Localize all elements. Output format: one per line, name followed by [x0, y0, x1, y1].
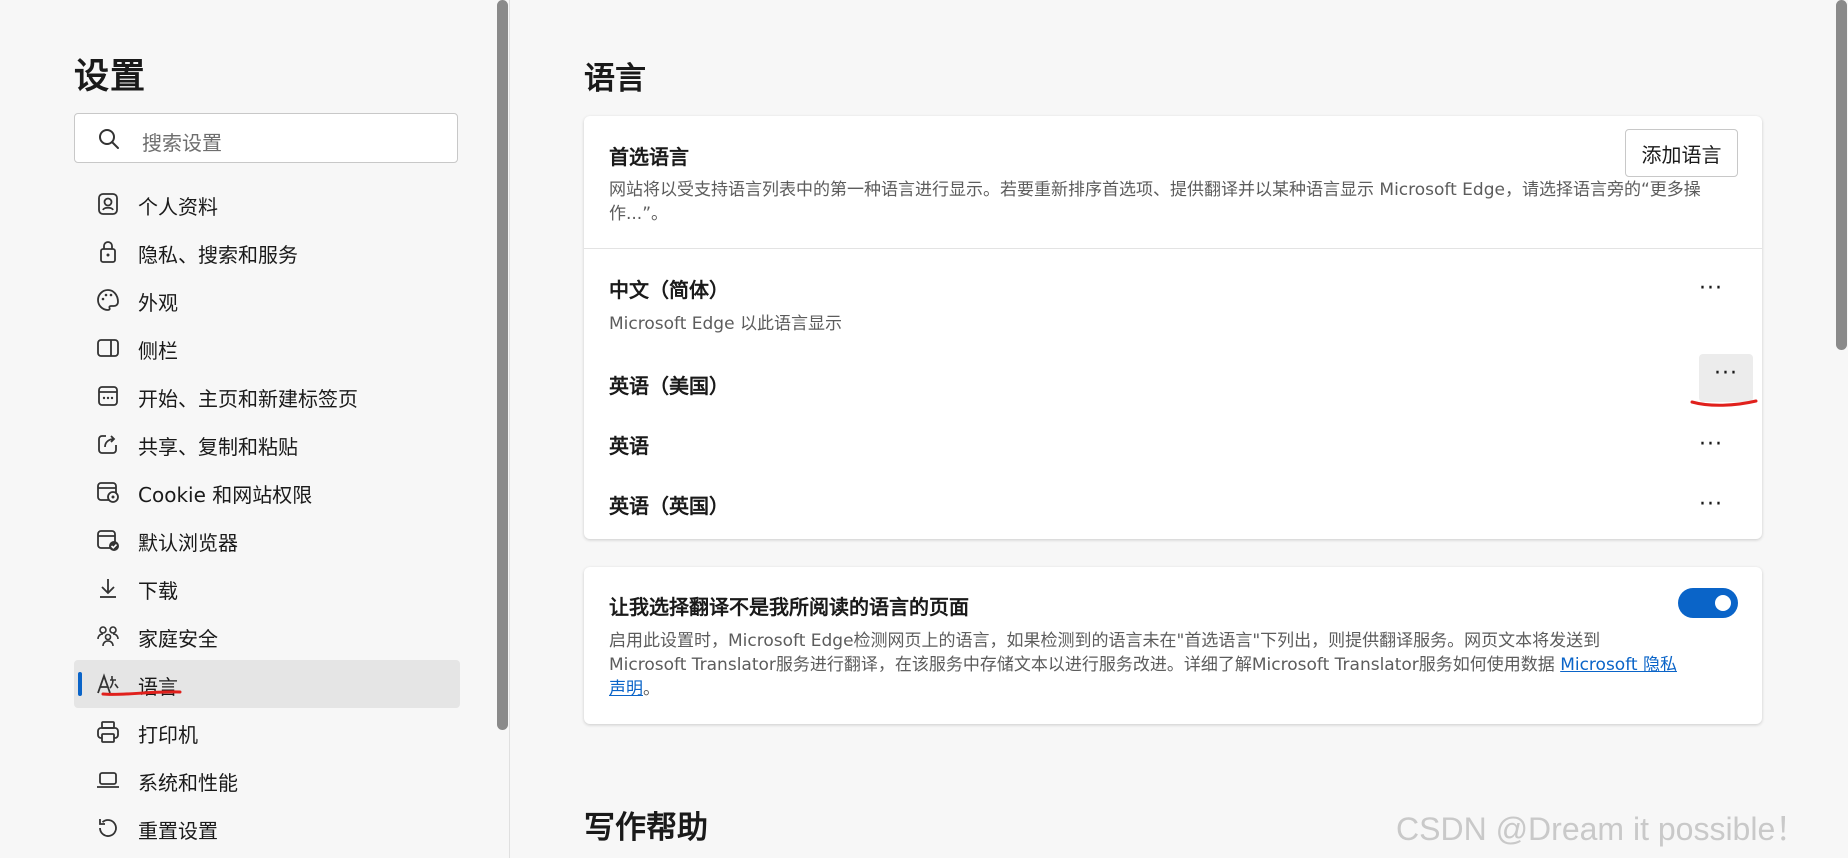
printer-icon: [97, 721, 119, 743]
settings-nav: 个人资料 隐私、搜索和服务 外观 侧栏 开始、主页和新建标签页 共享、复制和粘贴…: [74, 180, 460, 852]
language-name: 英语（美国）: [609, 374, 729, 398]
sidebar-item-label: 家庭安全: [138, 627, 218, 651]
toggle-knob: [1715, 595, 1731, 611]
family-icon: [97, 626, 119, 647]
preferred-languages-title: 首选语言: [609, 145, 689, 169]
sidebar-item-privacy[interactable]: 隐私、搜索和服务: [74, 228, 460, 276]
sidebar-item-family-safety[interactable]: 家庭安全: [74, 612, 460, 660]
sidebar-item-label: 侧栏: [138, 339, 178, 363]
sidebar-title: 设置: [74, 57, 147, 97]
sidebar-item-downloads[interactable]: 下载: [74, 564, 460, 612]
laptop-icon: [97, 772, 119, 788]
more-actions-button[interactable]: ···: [1684, 425, 1738, 473]
sidebar-item-label: Cookie 和网站权限: [138, 483, 313, 507]
sidebar-item-profile[interactable]: 个人资料: [74, 180, 460, 228]
sidebar-item-languages[interactable]: 语言: [74, 660, 460, 708]
privacy-link[interactable]: Microsoft 隐私: [1560, 655, 1677, 675]
sidebar-item-label: 共享、复制和粘贴: [138, 435, 298, 459]
sidebar-item-appearance[interactable]: 外观: [74, 276, 460, 324]
more-actions-button[interactable]: ···: [1699, 354, 1753, 402]
writing-assistance-title: 写作帮助: [584, 810, 708, 846]
page-title: 语言: [584, 61, 646, 97]
share-icon: [98, 435, 117, 454]
home-tabs-icon: [98, 386, 118, 406]
profile-icon: [98, 193, 118, 215]
sidebar-item-label: 下载: [138, 579, 178, 603]
sidebar-item-label: 外观: [138, 291, 178, 315]
sidebar-item-system-performance[interactable]: 系统和性能: [74, 756, 460, 804]
sidebar-item-label: 隐私、搜索和服务: [138, 243, 298, 267]
sidebar-icon: [97, 339, 119, 357]
download-icon: [100, 579, 116, 598]
search-input[interactable]: 搜索设置: [74, 113, 458, 163]
reset-icon: [99, 819, 117, 837]
browser-icon: [97, 530, 119, 551]
language-name: 英语: [609, 434, 649, 458]
translation-offer-title: 让我选择翻译不是我所阅读的语言的页面: [609, 595, 969, 619]
sidebar-scrollbar[interactable]: [497, 0, 508, 730]
settings-sidebar: 设置 搜索设置 个人资料 隐私、搜索和服务 外观 侧栏 开始、主页和新建标签页: [0, 0, 497, 858]
sidebar-item-label: 打印机: [138, 723, 198, 747]
sidebar-item-label: 个人资料: [138, 195, 218, 219]
sidebar-item-start-home-newtab[interactable]: 开始、主页和新建标签页: [74, 372, 460, 420]
language-name: 中文（简体）: [609, 278, 729, 302]
translation-offer-card: 让我选择翻译不是我所阅读的语言的页面 启用此设置时，Microsoft Edge…: [584, 567, 1762, 724]
search-icon: [99, 129, 119, 149]
sidebar-item-cookies[interactable]: Cookie 和网站权限: [74, 468, 460, 516]
lock-icon: [100, 241, 116, 263]
preferred-languages-card: 首选语言 添加语言 网站将以受支持语言列表中的第一种语言进行显示。若要重新排序首…: [584, 116, 1762, 539]
sidebar-item-printers[interactable]: 打印机: [74, 708, 460, 756]
card-divider: [584, 248, 1762, 249]
privacy-link[interactable]: 声明: [609, 679, 643, 699]
red-annotation-underline: [1690, 399, 1758, 407]
sidebar-item-share-copy-paste[interactable]: 共享、复制和粘贴: [74, 420, 460, 468]
language-name: 英语（英国）: [609, 494, 729, 518]
sidebar-item-label: 重置设置: [138, 819, 218, 843]
preferred-languages-description: 网站将以受支持语言列表中的第一种语言进行显示。若要重新排序首选项、提供翻译并以某…: [609, 180, 1701, 224]
sidebar-item-reset-settings[interactable]: 重置设置: [74, 804, 460, 852]
display-language-note: Microsoft Edge 以此语言显示: [609, 314, 842, 334]
cookie-icon: [97, 482, 119, 503]
add-language-button[interactable]: 添加语言: [1625, 129, 1738, 177]
search-placeholder: 搜索设置: [142, 131, 222, 155]
more-actions-button[interactable]: ···: [1684, 269, 1738, 317]
sidebar-item-label: 开始、主页和新建标签页: [138, 387, 358, 411]
description-text: 启用此设置时，Microsoft Edge检测网页上的语言，如果检测到的语言未在…: [609, 631, 1601, 651]
description-text: 。: [643, 679, 660, 699]
more-actions-button[interactable]: ···: [1684, 485, 1738, 533]
description-text: Microsoft Translator服务进行翻译，在该服务中存储文本以进行服…: [609, 655, 1555, 675]
sidebar-item-default-browser[interactable]: 默认浏览器: [74, 516, 460, 564]
sidebar-item-label: 系统和性能: [138, 771, 238, 795]
sidebar-item-sidebar[interactable]: 侧栏: [74, 324, 460, 372]
sidebar-divider: [509, 0, 510, 858]
translation-offer-description: 启用此设置时，Microsoft Edge检测网页上的语言，如果检测到的语言未在…: [609, 629, 1739, 701]
active-indicator: [78, 672, 82, 696]
main-scrollbar[interactable]: [1836, 0, 1847, 350]
red-annotation-underline: [101, 690, 182, 696]
sidebar-item-label: 默认浏览器: [138, 531, 238, 555]
watermark: CSDN @Dream it possible！: [1396, 811, 1808, 847]
palette-icon: [97, 289, 119, 311]
translation-offer-toggle[interactable]: [1678, 588, 1738, 618]
